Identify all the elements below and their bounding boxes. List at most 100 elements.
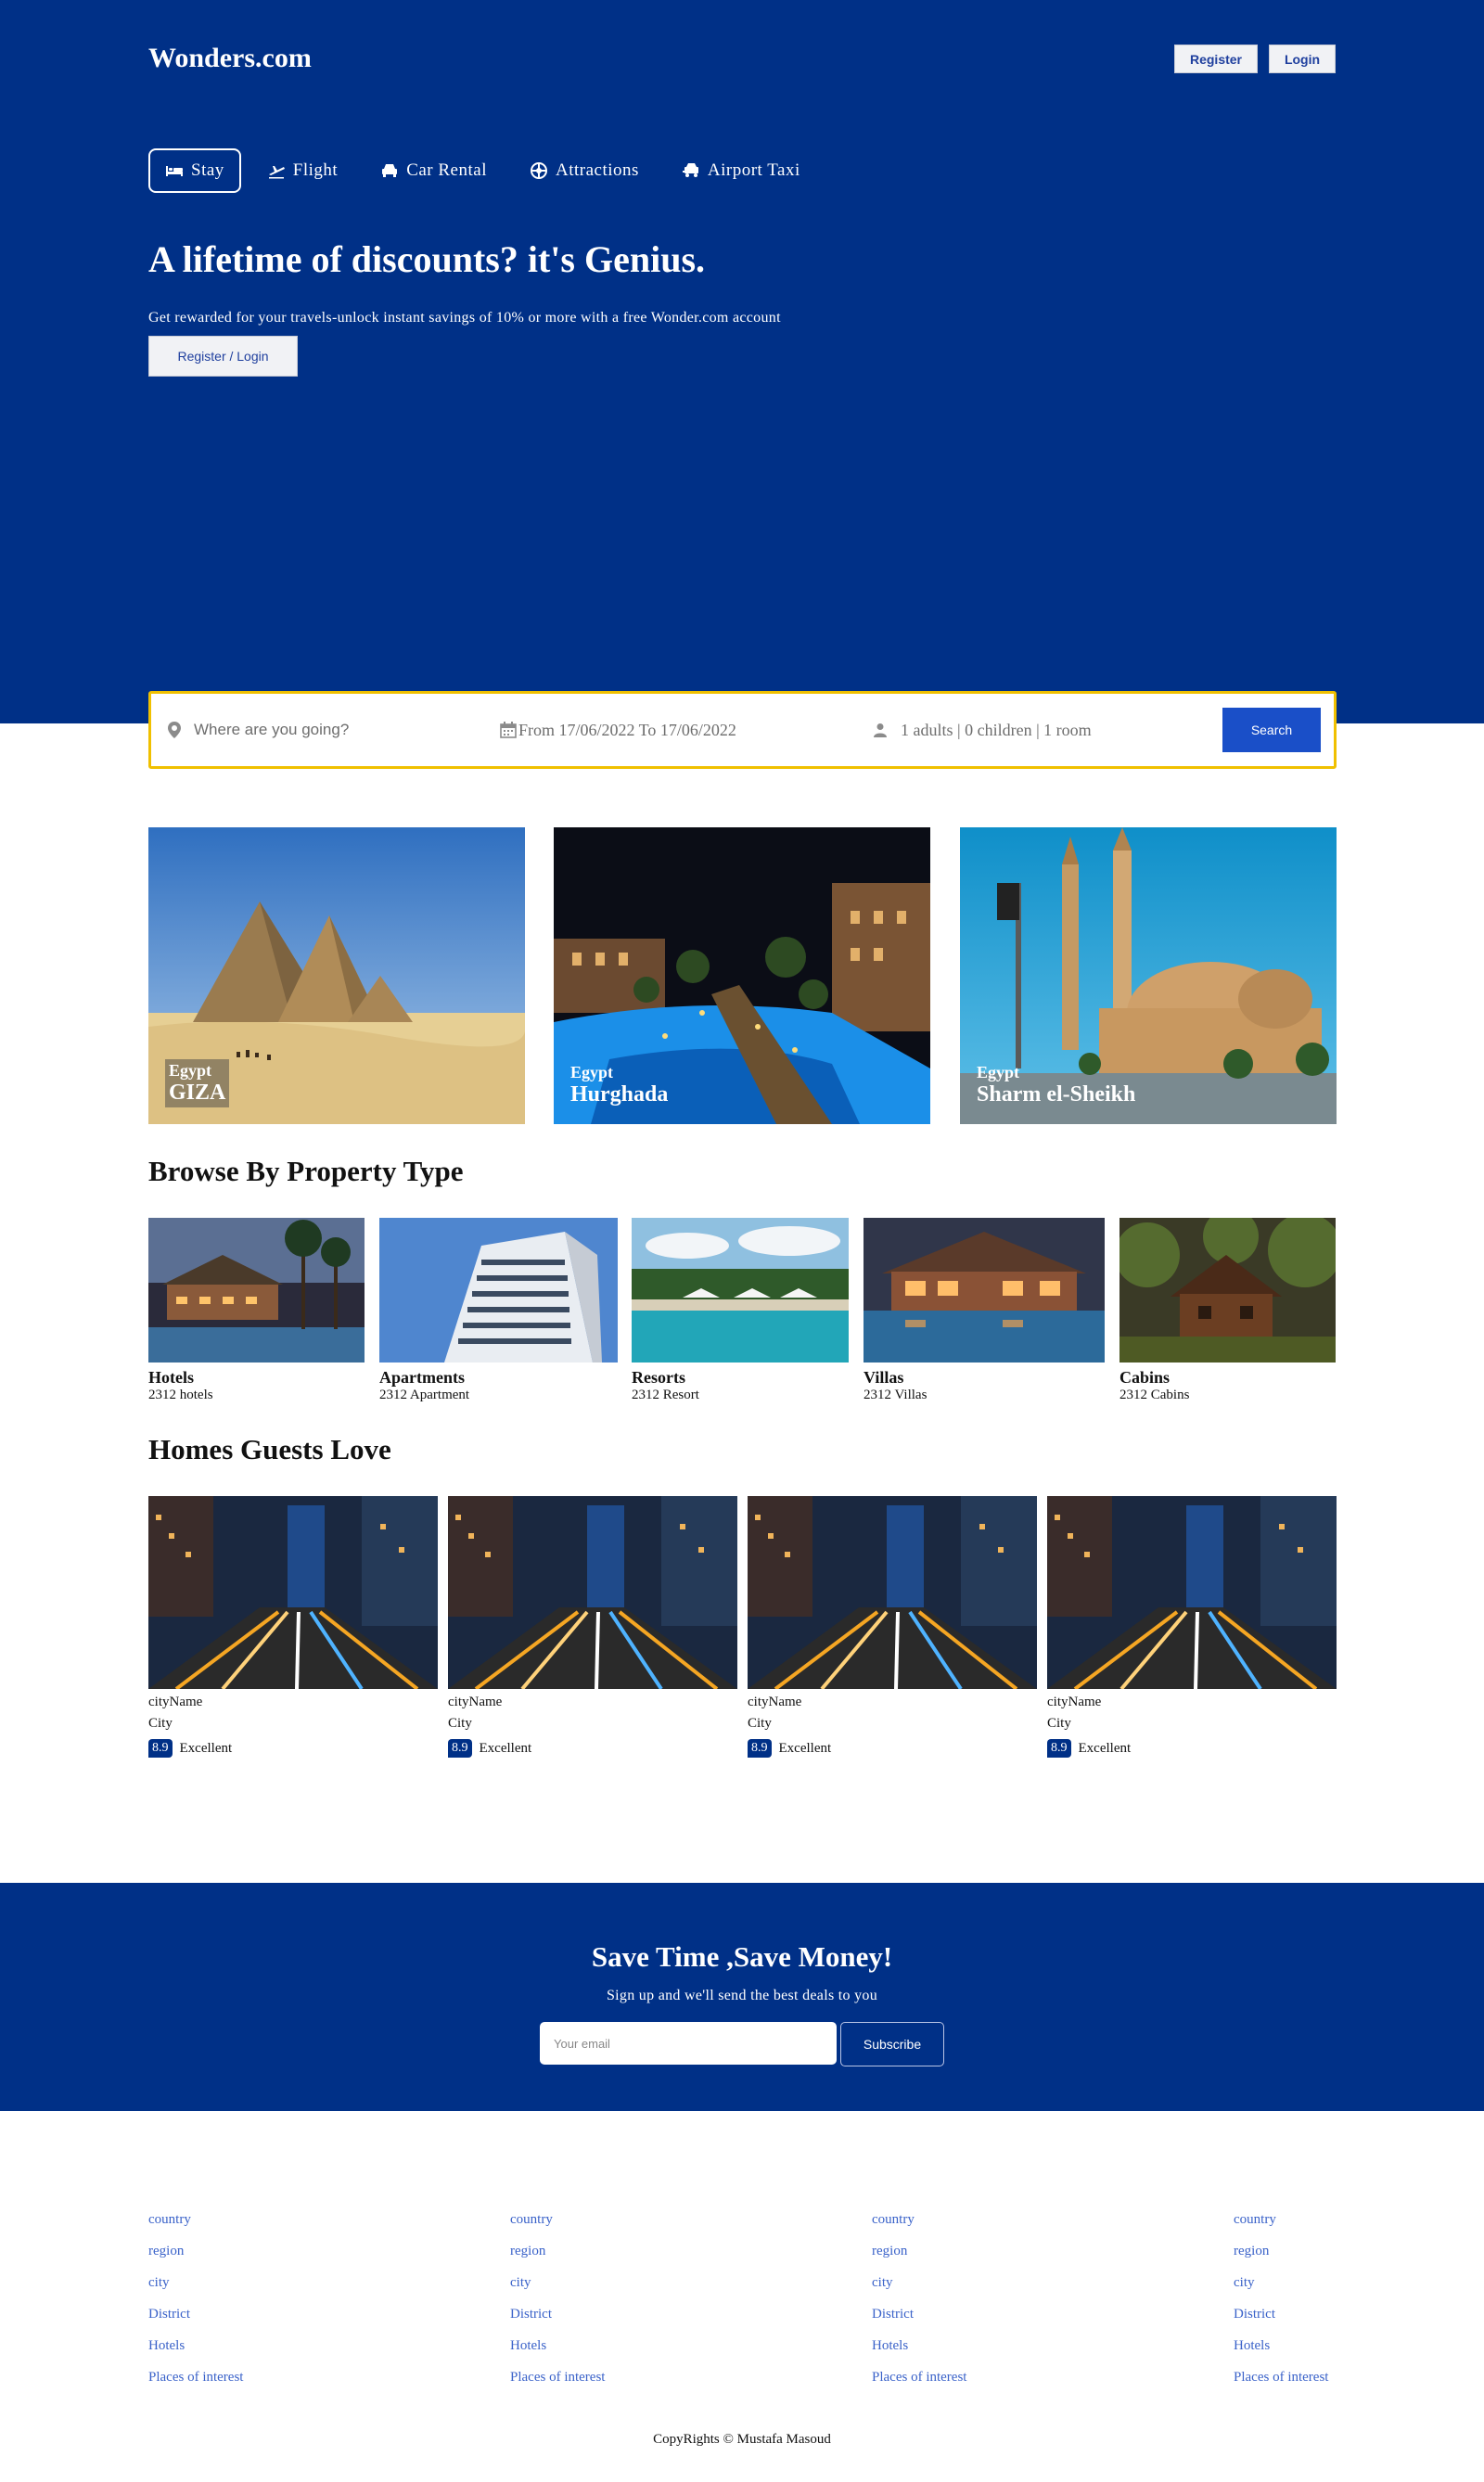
- footer-link[interactable]: city: [148, 2275, 243, 2307]
- rating-badge: 8.9: [448, 1739, 472, 1758]
- tab-airport-taxi-label: Airport Taxi: [707, 160, 800, 180]
- copyright: CopyRights © Mustafa Masoud: [653, 2432, 831, 2447]
- tab-attractions[interactable]: Attractions: [513, 148, 656, 193]
- featured-city: GIZA: [169, 1081, 226, 1105]
- hero-banner: Wonders.com Register Login Stay Flight C…: [0, 0, 1484, 723]
- featured-card-sharm[interactable]: Egypt Sharm el-Sheikh: [960, 827, 1337, 1124]
- footer-link[interactable]: District: [148, 2307, 243, 2338]
- footer-column: country region city District Hotels Plac…: [510, 2212, 605, 2401]
- search-bar: Where are you going? From 17/06/2022 To …: [148, 691, 1337, 769]
- rating-text: Excellent: [179, 1740, 233, 1756]
- taxi-icon: [682, 163, 698, 177]
- tab-stay-label: Stay: [191, 160, 224, 180]
- property-card-hotels[interactable]: Hotels 2312 hotels: [148, 1218, 365, 1403]
- site-logo[interactable]: Wonders.com: [148, 43, 312, 74]
- homes-section-title: Homes Guests Love: [148, 1433, 391, 1465]
- property-count: 2312 hotels: [148, 1388, 213, 1402]
- footer-link[interactable]: region: [510, 2244, 605, 2275]
- city-night-image: [148, 1496, 438, 1689]
- villas-image: [864, 1218, 1105, 1363]
- login-button[interactable]: Login: [1269, 45, 1336, 73]
- footer-link[interactable]: city: [510, 2275, 605, 2307]
- tab-car-rental[interactable]: Car Rental: [364, 148, 504, 193]
- featured-caption: Egypt Hurghada: [570, 1063, 668, 1107]
- featured-country: Egypt: [169, 1061, 212, 1080]
- rating-badge: 8.9: [748, 1739, 772, 1758]
- property-card-resorts[interactable]: Resorts 2312 Resort: [632, 1218, 849, 1403]
- featured-card-hurghada[interactable]: Egypt Hurghada: [554, 827, 930, 1124]
- footer-link[interactable]: Hotels: [872, 2338, 966, 2370]
- featured-caption: Egypt Sharm el-Sheikh: [977, 1063, 1135, 1107]
- footer-column: country region city District Hotels Plac…: [148, 2212, 243, 2401]
- footer-link[interactable]: Hotels: [510, 2338, 605, 2370]
- footer-link[interactable]: Places of interest: [510, 2370, 605, 2401]
- city-night-image: [748, 1496, 1037, 1689]
- newsletter-title: Save Time ,Save Money!: [591, 1940, 893, 1973]
- property-name: Hotels: [148, 1368, 194, 1387]
- home-rating: 8.9 Excellent: [1047, 1739, 1337, 1758]
- hotels-image: [148, 1218, 365, 1363]
- home-card[interactable]: cityName City 8.9 Excellent: [148, 1496, 438, 1758]
- property-name: Cabins: [1119, 1368, 1171, 1387]
- footer-link[interactable]: Hotels: [148, 2338, 243, 2370]
- tab-stay[interactable]: Stay: [148, 148, 241, 193]
- rating-text: Excellent: [778, 1740, 832, 1756]
- footer-link[interactable]: Places of interest: [872, 2370, 966, 2401]
- email-input[interactable]: [540, 2022, 837, 2065]
- home-city: City: [1047, 1716, 1071, 1731]
- home-card[interactable]: cityName City 8.9 Excellent: [448, 1496, 737, 1758]
- home-city: City: [448, 1716, 472, 1731]
- subscribe-button[interactable]: Subscribe: [840, 2022, 944, 2066]
- property-card-villas[interactable]: Villas 2312 Villas: [864, 1218, 1105, 1403]
- location-pin-icon: [168, 722, 181, 738]
- tab-flight[interactable]: Flight: [250, 148, 354, 193]
- home-city-name: cityName: [448, 1695, 503, 1709]
- register-button[interactable]: Register: [1174, 45, 1258, 73]
- car-icon: [382, 164, 398, 177]
- footer-link[interactable]: region: [148, 2244, 243, 2275]
- featured-card-giza[interactable]: Egypt GIZA: [148, 827, 525, 1124]
- plane-icon: [268, 166, 285, 179]
- tab-attractions-label: Attractions: [555, 160, 639, 180]
- featured-city: Sharm el-Sheikh: [977, 1082, 1136, 1107]
- newsletter-subtitle: Sign up and we'll send the best deals to…: [606, 1988, 878, 2003]
- footer-link[interactable]: city: [872, 2275, 966, 2307]
- city-night-image: [1047, 1496, 1337, 1689]
- footer-link[interactable]: country: [148, 2212, 243, 2244]
- footer-link[interactable]: country: [510, 2212, 605, 2244]
- register-login-button[interactable]: Register / Login: [148, 336, 298, 377]
- footer-link[interactable]: region: [872, 2244, 966, 2275]
- property-name: Villas: [864, 1368, 904, 1387]
- footer-link[interactable]: region: [1234, 2244, 1328, 2275]
- cabins-image: [1119, 1218, 1336, 1363]
- footer-link[interactable]: Places of interest: [1234, 2370, 1328, 2401]
- footer-link[interactable]: Places of interest: [148, 2370, 243, 2401]
- rating-badge: 8.9: [1047, 1739, 1071, 1758]
- date-range-text: From 17/06/2022 To 17/06/2022: [518, 720, 736, 739]
- home-card[interactable]: cityName City 8.9 Excellent: [1047, 1496, 1337, 1758]
- footer-link[interactable]: District: [510, 2307, 605, 2338]
- category-nav: Stay Flight Car Rental Attractions Airpo…: [148, 148, 826, 193]
- featured-country: Egypt: [977, 1063, 1020, 1081]
- featured-country: Egypt: [570, 1063, 614, 1081]
- footer-link[interactable]: country: [1234, 2212, 1328, 2244]
- footer-link[interactable]: Hotels: [1234, 2338, 1328, 2370]
- property-count: 2312 Cabins: [1119, 1388, 1190, 1402]
- home-card[interactable]: cityName City 8.9 Excellent: [748, 1496, 1037, 1758]
- tab-airport-taxi[interactable]: Airport Taxi: [665, 148, 817, 193]
- date-range-field[interactable]: From 17/06/2022 To 17/06/2022: [500, 694, 736, 766]
- property-count: 2312 Villas: [864, 1388, 928, 1402]
- home-city: City: [748, 1716, 772, 1731]
- footer-link[interactable]: city: [1234, 2275, 1328, 2307]
- property-card-apartments[interactable]: Apartments 2312 Apartment: [379, 1218, 618, 1403]
- footer-link[interactable]: District: [1234, 2307, 1328, 2338]
- footer-link[interactable]: District: [872, 2307, 966, 2338]
- footer-link[interactable]: country: [872, 2212, 966, 2244]
- search-button[interactable]: Search: [1222, 708, 1321, 752]
- property-card-cabins[interactable]: Cabins 2312 Cabins: [1119, 1218, 1336, 1403]
- destination-field[interactable]: Where are you going?: [168, 694, 349, 766]
- guests-rooms-field[interactable]: 1 adults | 0 children | 1 room: [873, 694, 1092, 766]
- rating-text: Excellent: [1078, 1740, 1132, 1756]
- rating-text: Excellent: [479, 1740, 532, 1756]
- guests-rooms-text: 1 adults | 0 children | 1 room: [901, 720, 1092, 739]
